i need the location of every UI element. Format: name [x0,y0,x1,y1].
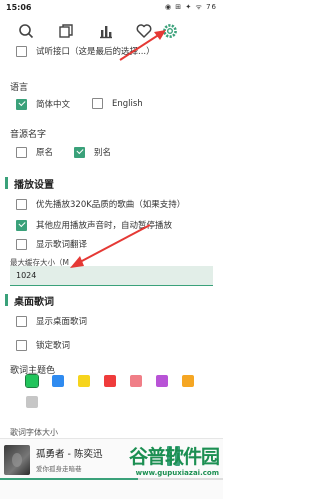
lyric-font-size-label: 歌词字体大小 [10,428,58,437]
option-src-alias[interactable]: 别名 [74,146,111,158]
album-cover[interactable] [4,445,30,475]
checkbox[interactable] [16,98,27,110]
watermark-url: www.gupuxiazai.com [135,469,219,477]
swatch-color[interactable] [25,374,39,388]
checkbox[interactable] [92,98,103,109]
current-lyric: 爱你孤身走暗巷 [36,465,82,473]
cache-size-input[interactable]: 1024 [10,266,213,286]
status-bar: 15:06 ◉ ⊞ ✦ ᯤ 76 [0,0,223,16]
option-trial-api-label: 试听接口（这是最后的选择...） [36,47,155,57]
swatch-color[interactable] [104,375,116,387]
section-accent-bar [5,294,8,306]
search-icon[interactable] [16,21,36,41]
section-accent-bar [5,177,8,189]
checkbox[interactable] [16,238,27,250]
song-title: 孤勇者 - 陈奕迅 [36,449,103,460]
option-lock-lyrics[interactable]: 锁定歌词 [16,339,70,351]
copy-icon[interactable] [56,21,76,41]
swatch-color[interactable] [52,375,64,387]
show-translation-label: 显示歌词翻译 [36,240,88,250]
lock-lyrics-label: 锁定歌词 [36,341,71,351]
checkbox[interactable] [74,146,85,158]
watermark-logo: 谷普软件园 [128,446,220,468]
option-src-original[interactable]: 原名 [16,146,53,158]
section-playback-title: 播放设置 [14,180,54,191]
chart-icon[interactable] [96,21,116,41]
option-lang-en[interactable]: English [92,98,143,109]
language-label: 语言 [10,83,29,93]
watermark: 谷普软件园 www.gupuxiazai.com [128,442,220,477]
option-prefer-320k[interactable]: 优先播放320K品质的歌曲（如果支持） [16,198,185,210]
option-trial-api[interactable]: 试听接口（这是最后的选择...） [16,45,155,57]
progress-bar[interactable] [0,478,223,480]
auto-pause-label: 其他应用播放声音时，自动暂停播放 [36,221,173,231]
checkbox[interactable] [16,198,27,210]
option-lang-zh[interactable]: 简体中文 [16,98,70,110]
checkbox[interactable] [16,339,27,351]
prefer-320k-label: 优先播放320K品质的歌曲（如果支持） [36,200,186,210]
progress-fill [0,478,139,480]
section-playback: 播放设置 [0,176,223,191]
src-alias-label: 别名 [94,148,112,158]
checkbox[interactable] [16,146,27,158]
gear-icon[interactable] [160,21,180,41]
src-original-label: 原名 [36,148,54,158]
swatch-color[interactable] [78,375,90,387]
lang-zh-label: 简体中文 [36,100,71,110]
heart-icon[interactable] [134,21,154,41]
status-time: 15:06 [6,3,32,12]
option-auto-pause[interactable]: 其他应用播放声音时，自动暂停播放 [16,219,172,231]
status-icons: ◉ ⊞ ✦ ᯤ 76 [164,3,217,11]
option-show-translation[interactable]: 显示歌词翻译 [16,238,87,250]
swatch-color[interactable] [156,375,168,387]
checkbox[interactable] [16,315,27,327]
swatch-color[interactable] [130,375,142,387]
swatch-color[interactable] [26,396,38,408]
source-name-label: 音源名字 [10,130,47,140]
top-toolbar [0,16,223,46]
checkbox[interactable] [16,45,27,57]
swatch-color[interactable] [182,375,194,387]
option-show-desktop-lyrics[interactable]: 显示桌面歌词 [16,315,87,327]
checkbox[interactable] [16,219,27,231]
lang-en-label: English [112,98,143,109]
show-desktop-lyrics-label: 显示桌面歌词 [36,317,88,327]
section-desktop-lyrics: 桌面歌词 [0,293,223,308]
cache-size-value: 1024 [16,271,37,280]
section-desktop-lyrics-title: 桌面歌词 [14,297,54,308]
